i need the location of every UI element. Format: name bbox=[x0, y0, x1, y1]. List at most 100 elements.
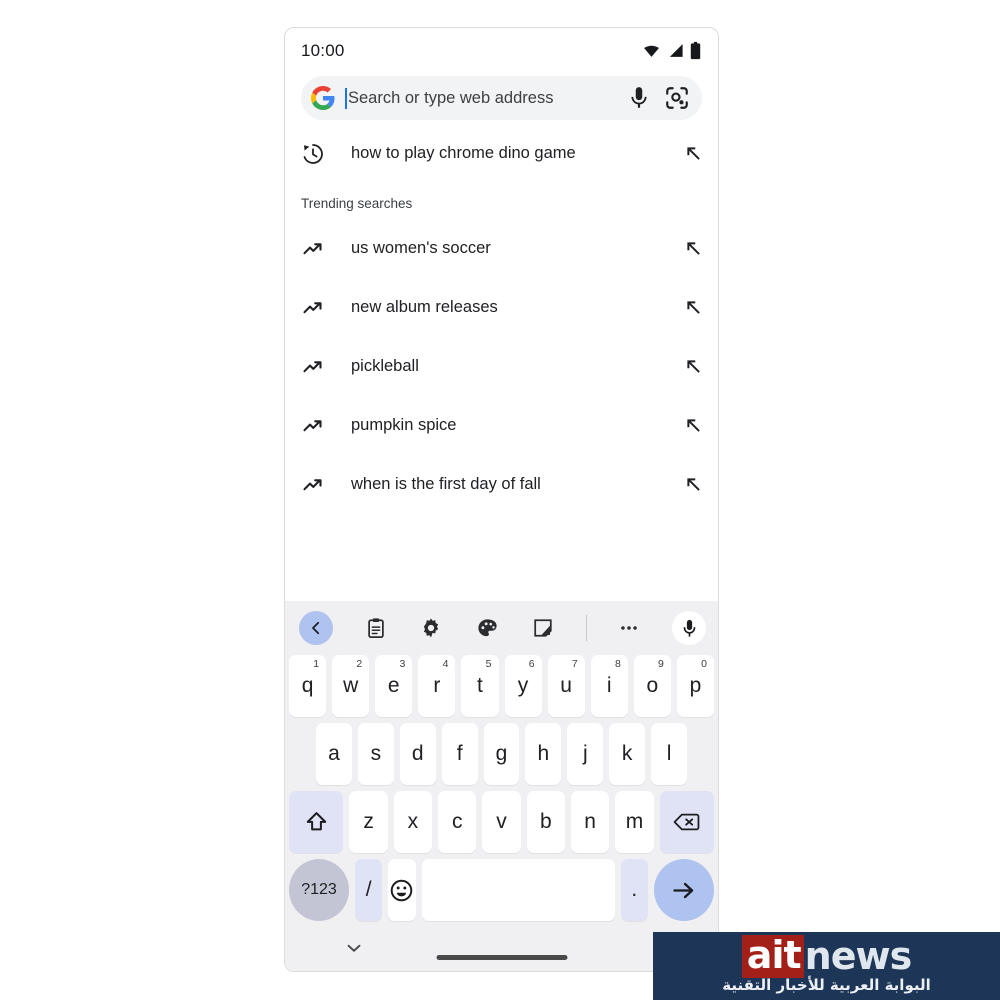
gear-icon[interactable] bbox=[418, 615, 444, 641]
key-x[interactable]: x bbox=[393, 791, 433, 853]
keyboard-row-3: z x c v b n m bbox=[289, 791, 714, 853]
key-t[interactable]: 5t bbox=[461, 655, 499, 717]
status-icons bbox=[642, 41, 701, 60]
key-label: p bbox=[689, 674, 702, 697]
key-label: k bbox=[621, 742, 633, 765]
overflow-dots-icon[interactable] bbox=[616, 615, 642, 641]
key-g[interactable]: g bbox=[483, 723, 520, 785]
microphone-icon[interactable] bbox=[672, 611, 707, 645]
cell-signal-icon bbox=[669, 44, 683, 57]
trending-section-label: Trending searches bbox=[301, 196, 413, 211]
key-z[interactable]: z bbox=[349, 791, 388, 853]
key-c[interactable]: c bbox=[438, 791, 477, 853]
suggestion-row-trending-1[interactable]: us women's soccer bbox=[285, 219, 718, 278]
key-h[interactable]: h bbox=[525, 723, 562, 785]
arrow-up-left-icon[interactable] bbox=[683, 238, 704, 259]
suggestion-row-trending-2[interactable]: new album releases bbox=[285, 278, 718, 337]
key-label: b bbox=[539, 810, 552, 833]
suggestion-row-trending-4[interactable]: pumpkin spice bbox=[285, 396, 718, 455]
key-label: n bbox=[584, 810, 596, 833]
suggestion-text: when is the first day of fall bbox=[351, 475, 541, 493]
key-e[interactable]: 3e bbox=[375, 655, 413, 717]
chevron-down-icon[interactable] bbox=[343, 937, 365, 959]
clipboard-icon[interactable] bbox=[363, 615, 389, 641]
key-label: z bbox=[363, 810, 374, 833]
key-label: c bbox=[451, 810, 463, 833]
trending-up-icon bbox=[303, 478, 322, 490]
key-label: m bbox=[625, 810, 644, 833]
key-hint: 9 bbox=[658, 658, 664, 670]
key-label: g bbox=[495, 742, 508, 765]
key-n[interactable]: n bbox=[570, 791, 610, 853]
key-label: v bbox=[496, 810, 507, 833]
key-label: i bbox=[606, 674, 612, 697]
virtual-keyboard: 1q 2w 3e 4r 5t 6y 7u 8i 9o 0p a s d f g bbox=[285, 601, 718, 971]
key-f[interactable]: f bbox=[441, 723, 478, 785]
key-q[interactable]: 1q bbox=[289, 655, 327, 717]
symbols-key[interactable]: ?123 bbox=[289, 859, 349, 921]
arrow-up-left-icon[interactable] bbox=[683, 474, 704, 495]
keyboard-row-2: a s d f g h j k l bbox=[289, 723, 714, 785]
keyboard-row-4: ?123 / . bbox=[289, 859, 714, 921]
key-l[interactable]: l bbox=[651, 723, 688, 785]
key-hint: 2 bbox=[356, 658, 363, 670]
shift-key[interactable] bbox=[289, 791, 344, 853]
key-label: x bbox=[407, 810, 419, 833]
enter-key[interactable] bbox=[653, 859, 714, 921]
key-hint: 5 bbox=[485, 658, 492, 670]
toolbar-divider bbox=[585, 615, 587, 641]
battery-icon bbox=[690, 41, 701, 60]
key-label: u bbox=[560, 674, 572, 697]
slash-key[interactable]: / bbox=[355, 859, 383, 921]
watermark-brand-news: news bbox=[804, 934, 913, 978]
suggestion-row-trending-3[interactable]: pickleball bbox=[285, 337, 718, 396]
suggestion-row-trending-5[interactable]: when is the first day of fall bbox=[285, 455, 718, 514]
key-label: j bbox=[582, 742, 588, 765]
key-r[interactable]: 4r bbox=[418, 655, 456, 717]
back-chevron-icon[interactable] bbox=[299, 611, 333, 645]
key-k[interactable]: k bbox=[609, 723, 646, 785]
arrow-up-left-icon[interactable] bbox=[683, 297, 704, 318]
key-y[interactable]: 6y bbox=[504, 655, 542, 717]
key-hint: 6 bbox=[528, 658, 535, 670]
suggestion-row-history[interactable]: how to play chrome dino game bbox=[285, 124, 718, 183]
home-gesture-bar[interactable] bbox=[436, 955, 567, 960]
key-v[interactable]: v bbox=[482, 791, 521, 853]
key-b[interactable]: b bbox=[526, 791, 565, 853]
key-label: w bbox=[343, 674, 359, 697]
key-a[interactable]: a bbox=[316, 723, 352, 785]
sticker-icon[interactable] bbox=[530, 615, 556, 641]
space-key[interactable] bbox=[421, 859, 615, 921]
key-u[interactable]: 7u bbox=[547, 655, 585, 717]
search-input[interactable]: Search or type web address bbox=[348, 89, 614, 108]
key-i[interactable]: 8i bbox=[590, 655, 628, 717]
key-d[interactable]: d bbox=[399, 723, 436, 785]
period-key[interactable]: . bbox=[620, 859, 648, 921]
key-p[interactable]: 0p bbox=[676, 655, 714, 717]
trending-up-icon bbox=[303, 419, 322, 431]
key-hint: 0 bbox=[701, 658, 707, 670]
key-w[interactable]: 2w bbox=[332, 655, 370, 717]
arrow-up-left-icon[interactable] bbox=[683, 143, 704, 164]
keyboard-toolbar bbox=[285, 601, 718, 655]
history-clock-icon bbox=[303, 143, 323, 164]
palette-icon[interactable] bbox=[474, 615, 500, 641]
arrow-up-left-icon[interactable] bbox=[683, 415, 704, 436]
arrow-up-left-icon[interactable] bbox=[683, 356, 704, 377]
emoji-key[interactable] bbox=[388, 859, 416, 921]
key-o[interactable]: 9o bbox=[633, 655, 671, 717]
suggestion-text: pumpkin spice bbox=[351, 416, 457, 434]
screenshot-root: 10:00 Search or type web address how to … bbox=[0, 0, 1000, 1000]
backspace-key[interactable] bbox=[659, 791, 714, 853]
trending-up-icon bbox=[303, 301, 322, 313]
key-j[interactable]: j bbox=[567, 723, 604, 785]
key-label: t bbox=[477, 674, 483, 697]
key-label: y bbox=[517, 674, 529, 697]
key-s[interactable]: s bbox=[357, 723, 394, 785]
suggestions-list: how to play chrome dino game Trending se… bbox=[285, 120, 718, 514]
microphone-icon[interactable] bbox=[626, 85, 652, 111]
google-lens-icon[interactable] bbox=[664, 85, 690, 111]
key-m[interactable]: m bbox=[615, 791, 654, 853]
key-label: q bbox=[301, 674, 314, 697]
omnibox[interactable]: Search or type web address bbox=[301, 76, 702, 120]
